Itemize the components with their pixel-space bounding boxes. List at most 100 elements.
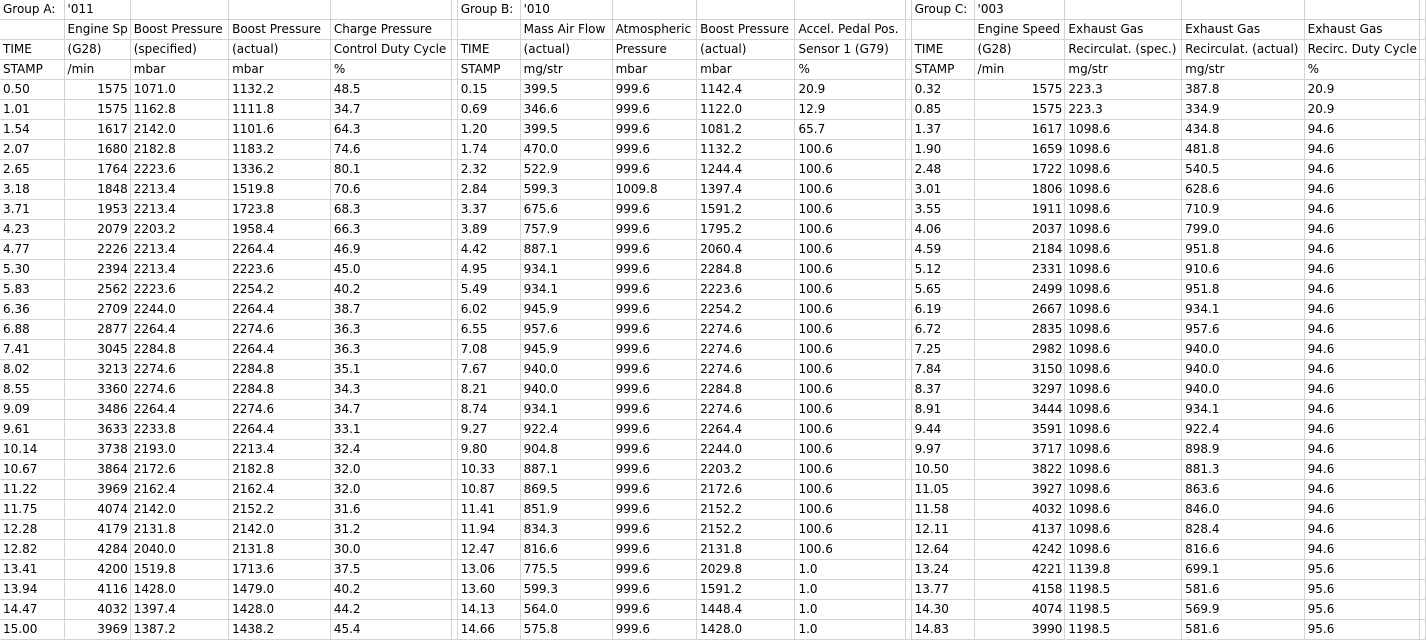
cell[interactable]: 30.0 xyxy=(330,539,452,560)
cell[interactable] xyxy=(1419,399,1426,420)
cell[interactable]: 2274.6 xyxy=(696,339,796,360)
cell[interactable]: (G28) xyxy=(64,39,131,60)
cell[interactable] xyxy=(1419,59,1426,80)
cell[interactable]: 934.1 xyxy=(520,259,613,280)
cell[interactable] xyxy=(1419,299,1426,320)
cell[interactable]: 2184 xyxy=(974,239,1066,260)
cell[interactable]: 2394 xyxy=(64,259,131,280)
cell[interactable]: 10.87 xyxy=(457,479,521,500)
cell[interactable]: 1198.5 xyxy=(1064,599,1183,620)
cell[interactable]: 2226 xyxy=(64,239,131,260)
cell[interactable]: 3927 xyxy=(974,479,1066,500)
cell[interactable]: 910.6 xyxy=(1181,259,1305,280)
cell[interactable] xyxy=(612,0,698,20)
cell[interactable]: Engine Speed xyxy=(974,19,1066,40)
cell[interactable]: 999.6 xyxy=(612,219,698,240)
cell[interactable]: 940.0 xyxy=(1181,379,1305,400)
cell[interactable]: 2982 xyxy=(974,339,1066,360)
cell[interactable] xyxy=(1419,579,1426,600)
cell[interactable]: 2254.2 xyxy=(228,279,331,300)
cell[interactable]: 522.9 xyxy=(520,159,613,180)
cell[interactable]: 2264.4 xyxy=(228,419,331,440)
cell[interactable]: 100.6 xyxy=(794,459,906,480)
cell[interactable]: 940.0 xyxy=(1181,359,1305,380)
cell[interactable]: 1958.4 xyxy=(228,219,331,240)
cell[interactable]: 2244.0 xyxy=(130,299,230,320)
cell[interactable]: 470.0 xyxy=(520,139,613,160)
cell[interactable]: 7.67 xyxy=(457,359,521,380)
cell[interactable]: 898.9 xyxy=(1181,439,1305,460)
cell[interactable] xyxy=(457,19,521,40)
cell[interactable]: 13.41 xyxy=(0,559,65,580)
cell[interactable]: 0.69 xyxy=(457,99,521,120)
cell[interactable]: 4137 xyxy=(974,519,1066,540)
cell[interactable] xyxy=(1181,0,1305,20)
cell[interactable]: 12.47 xyxy=(457,539,521,560)
cell[interactable]: 2877 xyxy=(64,319,131,340)
cell[interactable]: 1098.6 xyxy=(1064,419,1183,440)
cell[interactable] xyxy=(1419,339,1426,360)
cell[interactable]: STAMP xyxy=(457,59,521,80)
cell[interactable]: 6.88 xyxy=(0,319,65,340)
cell[interactable]: 2274.6 xyxy=(228,399,331,420)
cell[interactable]: % xyxy=(1304,59,1420,80)
cell[interactable]: 6.72 xyxy=(911,319,975,340)
cell[interactable]: 12.9 xyxy=(794,99,906,120)
cell[interactable]: 223.3 xyxy=(1064,99,1183,120)
cell[interactable]: 31.6 xyxy=(330,499,452,520)
cell[interactable]: 2203.2 xyxy=(696,459,796,480)
cell[interactable]: mbar xyxy=(228,59,331,80)
cell[interactable]: 999.6 xyxy=(612,359,698,380)
cell[interactable]: 1.0 xyxy=(794,619,906,640)
cell[interactable]: 481.8 xyxy=(1181,139,1305,160)
cell[interactable]: 9.09 xyxy=(0,399,65,420)
cell[interactable]: 35.1 xyxy=(330,359,452,380)
cell[interactable]: 334.9 xyxy=(1181,99,1305,120)
cell[interactable]: 1.74 xyxy=(457,139,521,160)
cell[interactable]: 34.7 xyxy=(330,99,452,120)
cell[interactable]: 74.6 xyxy=(330,139,452,160)
cell[interactable]: 2182.8 xyxy=(228,459,331,480)
cell[interactable]: 4221 xyxy=(974,559,1066,580)
cell[interactable]: 45.4 xyxy=(330,619,452,640)
cell[interactable]: 1397.4 xyxy=(696,179,796,200)
cell[interactable]: 1448.4 xyxy=(696,599,796,620)
cell[interactable]: 1722 xyxy=(974,159,1066,180)
cell[interactable]: Pressure xyxy=(612,39,698,60)
cell[interactable]: 100.6 xyxy=(794,519,906,540)
cell[interactable]: 2.48 xyxy=(911,159,975,180)
cell[interactable]: 2079 xyxy=(64,219,131,240)
cell[interactable]: 94.6 xyxy=(1304,499,1420,520)
cell[interactable]: 0.85 xyxy=(911,99,975,120)
cell[interactable]: 94.6 xyxy=(1304,219,1420,240)
cell[interactable]: 1098.6 xyxy=(1064,359,1183,380)
cell[interactable]: 2142.0 xyxy=(130,499,230,520)
cell[interactable]: Boost Pressure xyxy=(228,19,331,40)
cell[interactable]: 1575 xyxy=(974,99,1066,120)
cell[interactable]: 1122.0 xyxy=(696,99,796,120)
cell[interactable]: 8.21 xyxy=(457,379,521,400)
cell[interactable]: 13.77 xyxy=(911,579,975,600)
cell[interactable]: 999.6 xyxy=(612,339,698,360)
cell[interactable] xyxy=(1419,79,1426,100)
cell[interactable]: 1098.6 xyxy=(1064,279,1183,300)
cell[interactable]: 9.27 xyxy=(457,419,521,440)
cell[interactable] xyxy=(1419,99,1426,120)
cell[interactable] xyxy=(1419,139,1426,160)
cell[interactable]: 1519.8 xyxy=(228,179,331,200)
cell[interactable]: /min xyxy=(64,59,131,80)
cell[interactable]: 100.6 xyxy=(794,339,906,360)
cell[interactable] xyxy=(696,0,796,20)
cell[interactable]: 2274.6 xyxy=(696,359,796,380)
cell[interactable]: 999.6 xyxy=(612,499,698,520)
cell[interactable]: 2264.4 xyxy=(228,239,331,260)
cell[interactable]: 1139.8 xyxy=(1064,559,1183,580)
cell[interactable]: 32.0 xyxy=(330,479,452,500)
cell[interactable]: 2.84 xyxy=(457,179,521,200)
cell[interactable]: 94.6 xyxy=(1304,199,1420,220)
cell[interactable]: 951.8 xyxy=(1181,279,1305,300)
cell[interactable]: mbar xyxy=(612,59,698,80)
cell[interactable]: 95.6 xyxy=(1304,559,1420,580)
cell[interactable]: 581.6 xyxy=(1181,619,1305,640)
cell[interactable]: 2152.2 xyxy=(696,519,796,540)
